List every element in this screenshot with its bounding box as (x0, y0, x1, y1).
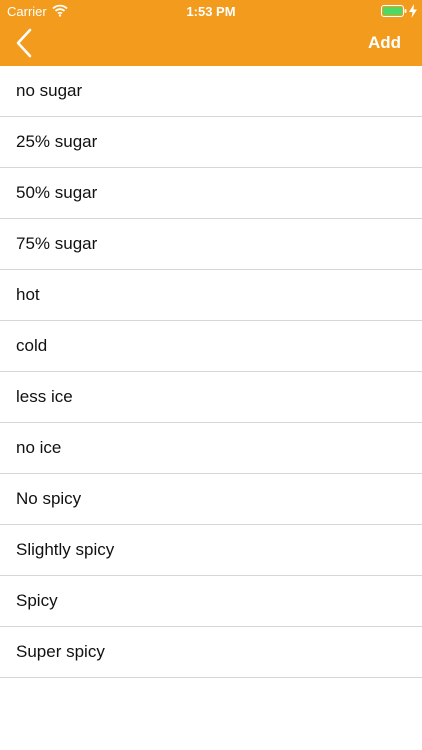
list-item-label: 75% sugar (16, 234, 98, 253)
list-item-label: 25% sugar (16, 132, 98, 151)
list-item-label: cold (16, 336, 48, 355)
list-item-label: no ice (16, 438, 62, 457)
top-bar: Carrier 1:53 PM Add (0, 0, 422, 66)
list-item-label: less ice (16, 387, 73, 406)
list-item[interactable]: Slightly spicy (0, 525, 422, 576)
status-bar: Carrier 1:53 PM (0, 0, 422, 22)
list-item[interactable]: No spicy (0, 474, 422, 525)
list-item[interactable]: cold (0, 321, 422, 372)
options-list: no sugar 25% sugar 50% sugar 75% sugar hot co… (0, 66, 422, 678)
list-item[interactable]: 25% sugar (0, 117, 422, 168)
navigation-bar: Add (0, 22, 422, 66)
list-item[interactable]: less ice (0, 372, 422, 423)
list-item[interactable]: no sugar (0, 66, 422, 117)
status-time: 1:53 PM (186, 4, 236, 19)
list-item-label: Super spicy (16, 642, 105, 661)
list-item[interactable]: Spicy (0, 576, 422, 627)
list-item-label: no sugar (16, 81, 83, 100)
list-item-label: Slightly spicy (16, 540, 115, 559)
chevron-left-icon (16, 28, 32, 58)
bolt-icon (409, 4, 417, 18)
list-item-label: Spicy (16, 591, 58, 610)
add-button[interactable]: Add (368, 33, 401, 53)
list-item[interactable]: 75% sugar (0, 219, 422, 270)
list-item-label: No spicy (16, 489, 82, 508)
list-item[interactable]: Super spicy (0, 627, 422, 678)
list-item[interactable]: hot (0, 270, 422, 321)
screen: Carrier 1:53 PM Add no sugar 25% sugar 5… (0, 0, 422, 750)
back-button[interactable] (12, 26, 42, 60)
list-item[interactable]: no ice (0, 423, 422, 474)
list-item-label: 50% sugar (16, 183, 98, 202)
list-item[interactable]: 50% sugar (0, 168, 422, 219)
battery-icon (381, 5, 407, 17)
list-item-label: hot (16, 285, 40, 304)
